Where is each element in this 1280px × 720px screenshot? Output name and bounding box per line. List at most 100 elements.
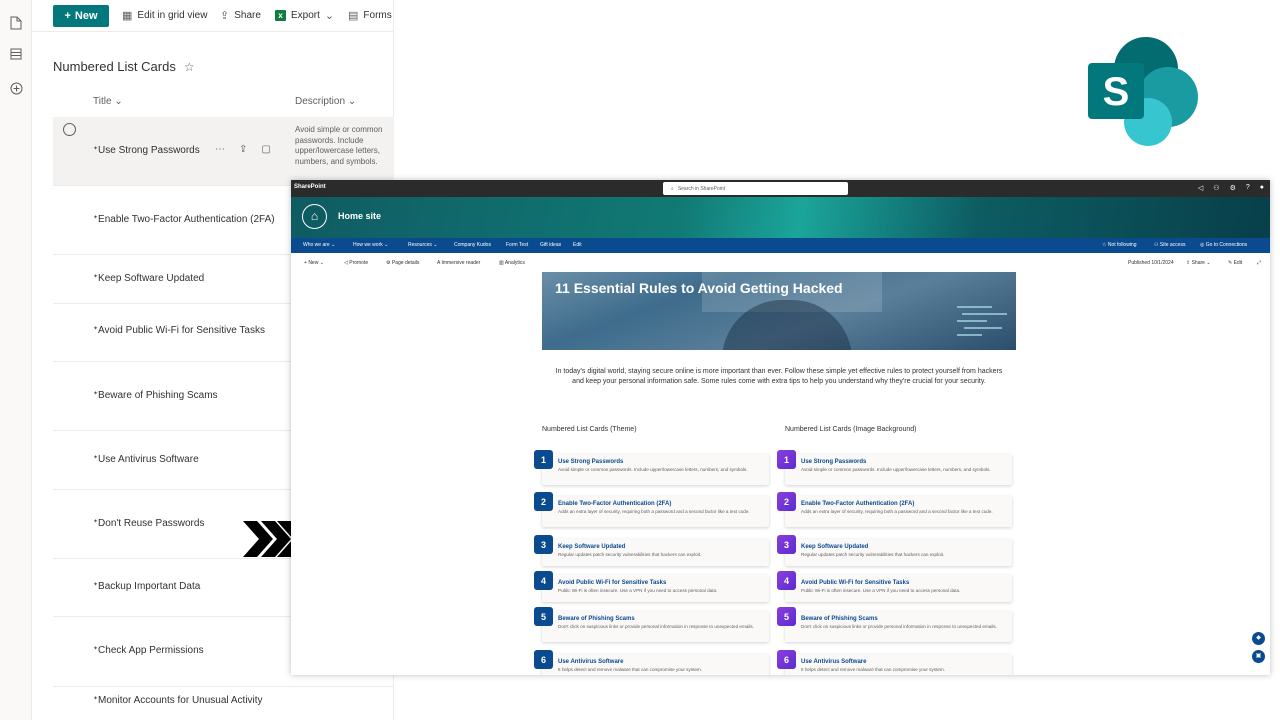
card-description: Don't click on suspicious links or provi… — [558, 624, 754, 629]
row-description: Avoid simple or common passwords. Includ… — [295, 125, 383, 166]
expand-icon[interactable]: ⤢ — [1257, 260, 1261, 266]
nav-label: Company Kudos — [454, 242, 491, 248]
edit-grid-label: Edit in grid view — [137, 10, 208, 21]
search-input[interactable]: ⌕ Search in SharePoint — [663, 182, 848, 195]
nav-label: Edit — [573, 242, 582, 248]
nav-item-who-we-are[interactable]: Who we are ⌄ — [303, 242, 335, 248]
numbered-card[interactable]: 1 Use Strong Passwords Avoid simple or c… — [777, 450, 1012, 485]
page-share-button[interactable]: ⇪ Share ⌄ — [1186, 260, 1211, 266]
row-title[interactable]: ✦Use Strong Passwords — [93, 145, 200, 156]
numbered-card[interactable]: 5 Beware of Phishing Scams Don't click o… — [777, 607, 1012, 642]
numbered-card[interactable]: 4 Avoid Public Wi-Fi for Sensitive Tasks… — [534, 571, 769, 602]
page-details-button[interactable]: ⚙ Page details — [386, 260, 419, 266]
share-button[interactable]: ⇪ Share — [220, 9, 261, 22]
card-title: Keep Software Updated — [558, 544, 626, 550]
numbered-card[interactable]: 5 Beware of Phishing Scams Don't click o… — [534, 607, 769, 642]
site-access-button[interactable]: ⚇ Site access — [1154, 242, 1185, 248]
plus-icon: + — [64, 10, 71, 22]
list-icon[interactable] — [9, 48, 23, 62]
row-select-radio[interactable] — [63, 123, 76, 136]
export-label: Export — [291, 10, 320, 21]
row-title[interactable]: ✦Monitor Accounts for Unusual Activity — [93, 695, 263, 706]
row-title[interactable]: ✦Check App Permissions — [93, 645, 204, 656]
numbered-card[interactable]: 6 Use Antivirus Software It helps detect… — [534, 650, 769, 675]
comment-icon[interactable]: ▢ — [261, 144, 270, 155]
card-description: Avoid simple or common passwords. Includ… — [801, 467, 991, 472]
new-button[interactable]: + New — [53, 5, 109, 27]
feedback-icon[interactable]: ▣ — [1252, 650, 1265, 663]
site-title[interactable]: Home site — [338, 211, 381, 221]
nav-item-gift-ideas[interactable]: Gift ideas — [540, 242, 561, 248]
site-access-label: Site access — [1159, 242, 1186, 248]
star-icon[interactable]: ☆ — [184, 60, 195, 74]
page-edit-label: Edit — [1233, 260, 1243, 266]
numbered-card[interactable]: 3 Keep Software Updated Regular updates … — [534, 535, 769, 566]
table-row[interactable]: ✦Use Strong Passwords ⋯ ⇪ ▢ Avoid simple… — [53, 117, 394, 186]
row-title[interactable]: ✦Keep Software Updated — [93, 273, 204, 284]
add-circle-icon[interactable] — [9, 82, 23, 96]
help-icon[interactable]: ? — [1246, 184, 1250, 192]
numbered-card[interactable]: 4 Avoid Public Wi-Fi for Sensitive Tasks… — [777, 571, 1012, 602]
nav-item-company-kudos[interactable]: Company Kudos — [454, 242, 491, 248]
more-icon[interactable]: ⋯ — [215, 144, 225, 155]
row-title[interactable]: ✦Enable Two-Factor Authentication (2FA) — [93, 214, 275, 225]
intro-text: In today's digital world, staying secure… — [555, 368, 1003, 385]
share-icon[interactable]: ⇪ — [239, 144, 247, 155]
row-title[interactable]: ✦Backup Important Data — [93, 581, 200, 592]
file-icon[interactable] — [9, 16, 23, 30]
page-new-button[interactable]: + New ⌄ — [304, 260, 324, 266]
suite-name[interactable]: SharePoint — [294, 184, 326, 190]
go-to-connections-button[interactable]: ◎ Go to Connections — [1200, 242, 1247, 248]
people-icon[interactable]: ⚇ — [1213, 184, 1219, 192]
numbered-card[interactable]: 2 Enable Two-Factor Authentication (2FA)… — [777, 492, 1012, 527]
nav-item-resources[interactable]: Resources ⌄ — [408, 242, 438, 248]
numbered-card[interactable]: 3 Keep Software Updated Regular updates … — [777, 535, 1012, 566]
not-following-button[interactable]: ☆ Not following — [1102, 242, 1137, 248]
promote-button[interactable]: ◁ Promote — [344, 260, 368, 266]
title-column-header[interactable]: Title ⌄ — [93, 96, 123, 107]
command-bar: + New ▦ Edit in grid view ⇪ Share x Expo… — [32, 0, 394, 32]
page-details-label: Page details — [391, 260, 420, 266]
search-icon: ⌕ — [671, 185, 674, 192]
numbered-card[interactable]: 1 Use Strong Passwords Avoid simple or c… — [534, 450, 769, 485]
row-title[interactable]: ✦Avoid Public Wi-Fi for Sensitive Tasks — [93, 325, 265, 336]
card-number: 5 — [777, 607, 796, 626]
description-column-header[interactable]: Description ⌄ — [295, 96, 356, 107]
card-description: Adds an extra layer of security, requiri… — [558, 509, 750, 514]
nav-item-how-we-work[interactable]: How we work ⌄ — [353, 242, 388, 248]
nav-label: Who we are — [303, 242, 330, 248]
page-edit-button[interactable]: ✎ Edit — [1228, 260, 1242, 266]
immersive-reader-button[interactable]: A Immersive reader — [437, 260, 480, 266]
card-description: Public Wi-Fi is often insecure. Use a VP… — [558, 588, 718, 593]
card-title: Use Strong Passwords — [801, 459, 867, 465]
page-new-label: New — [308, 260, 319, 266]
row-title[interactable]: ✦Use Antivirus Software — [93, 454, 199, 465]
card-description: It helps detect and remove malware that … — [558, 667, 702, 672]
nav-item-form-test[interactable]: Form Test — [506, 242, 528, 248]
card-description: Adds an extra layer of security, requiri… — [801, 509, 993, 514]
numbered-card[interactable]: 6 Use Antivirus Software It helps detect… — [777, 650, 1012, 675]
chevron-down-icon: ⌄ — [324, 10, 335, 22]
site-nav: Who we are ⌄ How we work ⌄ Resources ⌄ C… — [291, 238, 1270, 253]
numbered-card[interactable]: 2 Enable Two-Factor Authentication (2FA)… — [534, 492, 769, 527]
suite-bar: SharePoint ⌕ Search in SharePoint ◁ ⚇ ⚙ … — [291, 180, 1270, 197]
chat-icon[interactable]: ◆ — [1252, 632, 1265, 645]
list-title: Numbered List Cards ☆ — [53, 59, 195, 74]
card-number: 4 — [777, 571, 796, 590]
megaphone-icon[interactable]: ◁ — [1198, 184, 1203, 192]
sharepoint-logo: S — [1088, 37, 1198, 146]
nav-item-edit[interactable]: Edit — [573, 242, 582, 248]
avatar[interactable]: ● — [1260, 184, 1264, 192]
gear-icon[interactable]: ⚙ — [1230, 184, 1236, 192]
row-title[interactable]: ✦Don't Reuse Passwords — [93, 518, 204, 529]
export-button[interactable]: x Export ⌄ — [275, 9, 334, 22]
forms-button[interactable]: ▤ Forms — [348, 9, 392, 22]
row-actions: ⋯ ⇪ ▢ — [215, 144, 271, 155]
card-title: Use Strong Passwords — [558, 459, 624, 465]
table-row[interactable]: ✦Monitor Accounts for Unusual Activity — [53, 687, 394, 720]
card-description: Avoid simple or common passwords. Includ… — [558, 467, 748, 472]
row-title[interactable]: ✦Beware of Phishing Scams — [93, 390, 218, 401]
edit-grid-button[interactable]: ▦ Edit in grid view — [122, 9, 207, 22]
home-icon[interactable]: ⌂ — [302, 204, 327, 229]
analytics-button[interactable]: ▥ Analytics — [499, 260, 525, 266]
